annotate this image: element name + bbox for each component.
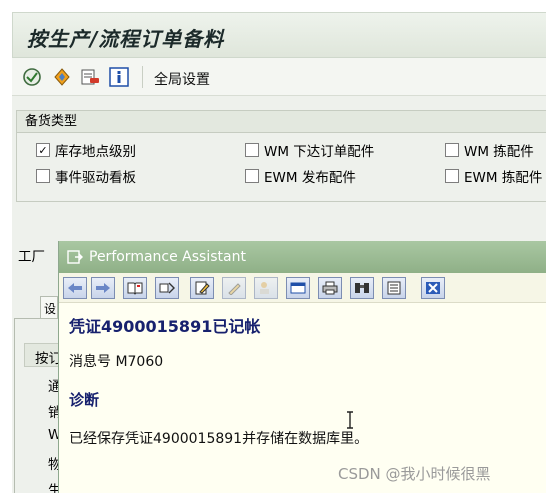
- stock-type-group-title: 备货类型: [17, 111, 546, 133]
- performance-assistant-title: Performance Assistant: [89, 249, 246, 265]
- window-button[interactable]: [286, 277, 310, 299]
- info-icon[interactable]: [109, 67, 129, 87]
- checkbox-label: EWM 拣配件: [464, 170, 543, 186]
- performance-assistant-window: Performance Assistant 凭证4900015891已记帐 消息…: [58, 241, 546, 493]
- printer-icon: [322, 281, 338, 295]
- diagnosis-text: 已经保存凭证4900015891并存储在数据库里。: [69, 431, 369, 447]
- global-settings-button[interactable]: 全局设置: [154, 69, 210, 89]
- arrow-left-icon: [68, 283, 82, 293]
- watermark: CSDN @我小时候很黑: [338, 465, 491, 483]
- checkbox-label: WM 下达订单配件: [264, 144, 375, 160]
- checkbox-wm-pick-parts[interactable]: WM 拣配件: [445, 140, 534, 160]
- message-heading: 凭证4900015891已记帐: [69, 317, 261, 336]
- checkbox-event-driven-kanban[interactable]: 事件驱动看板: [36, 166, 136, 186]
- execute-icon[interactable]: [22, 67, 42, 87]
- window-icon: [290, 282, 306, 294]
- checkbox-label: 库存地点级别: [55, 144, 136, 160]
- checkbox-box[interactable]: [445, 143, 459, 157]
- print-button[interactable]: [318, 277, 342, 299]
- checkbox-wm-release-order-parts[interactable]: WM 下达订单配件: [245, 140, 374, 160]
- checkbox-label: WM 拣配件: [464, 144, 534, 160]
- forward-arrow-button[interactable]: [91, 277, 115, 299]
- toolbar-separator: [142, 66, 143, 88]
- checkbox-ewm-pick-parts[interactable]: EWM 拣配件: [445, 166, 542, 186]
- disabled-user-button[interactable]: [254, 277, 278, 299]
- window-icon: [67, 250, 83, 264]
- checkbox-box[interactable]: ✓: [36, 143, 50, 157]
- diagnosis-heading: 诊断: [69, 391, 100, 409]
- page-title: 按生产/流程订单备料: [27, 27, 225, 51]
- open-book-button[interactable]: [123, 277, 147, 299]
- checkbox-label: 事件驱动看板: [55, 170, 136, 186]
- checkbox-storage-location-level[interactable]: ✓ 库存地点级别: [36, 140, 136, 160]
- find-button[interactable]: [350, 277, 374, 299]
- binoculars-icon: [355, 283, 369, 293]
- disabled-edit-button[interactable]: [222, 277, 246, 299]
- diamond-icon[interactable]: [52, 67, 72, 87]
- message-number: 消息号 M7060: [69, 354, 164, 370]
- pencil-icon: [195, 281, 210, 295]
- person-icon: [260, 282, 269, 294]
- checkbox-box[interactable]: [36, 169, 50, 183]
- technical-info-button[interactable]: [155, 277, 179, 299]
- text-cursor-icon: [347, 411, 353, 429]
- checkbox-box[interactable]: [245, 143, 259, 157]
- close-icon: [426, 282, 440, 294]
- checkbox-ewm-release-parts[interactable]: EWM 发布配件: [245, 166, 356, 186]
- delete-list-icon[interactable]: [80, 67, 100, 87]
- tools-icon: [159, 282, 175, 294]
- settings-list-button[interactable]: [382, 277, 406, 299]
- list-icon: [387, 281, 401, 295]
- tab-settings[interactable]: 设: [40, 296, 58, 318]
- performance-assistant-toolbar: [59, 273, 546, 303]
- arrow-right-icon: [96, 283, 110, 293]
- performance-assistant-titlebar[interactable]: Performance Assistant: [59, 241, 546, 273]
- checkbox-box[interactable]: [445, 169, 459, 183]
- pen-icon: [228, 283, 241, 295]
- plant-label: 工厂: [18, 249, 45, 265]
- checkbox-box[interactable]: [245, 169, 259, 183]
- edit-button[interactable]: [190, 277, 214, 299]
- checkbox-label: EWM 发布配件: [264, 170, 356, 186]
- window-title-bar: 按生产/流程订单备料: [12, 12, 546, 58]
- application-toolbar: 全局设置: [12, 58, 546, 96]
- close-button[interactable]: [421, 277, 445, 299]
- book-icon: [127, 282, 143, 295]
- back-arrow-button[interactable]: [63, 277, 87, 299]
